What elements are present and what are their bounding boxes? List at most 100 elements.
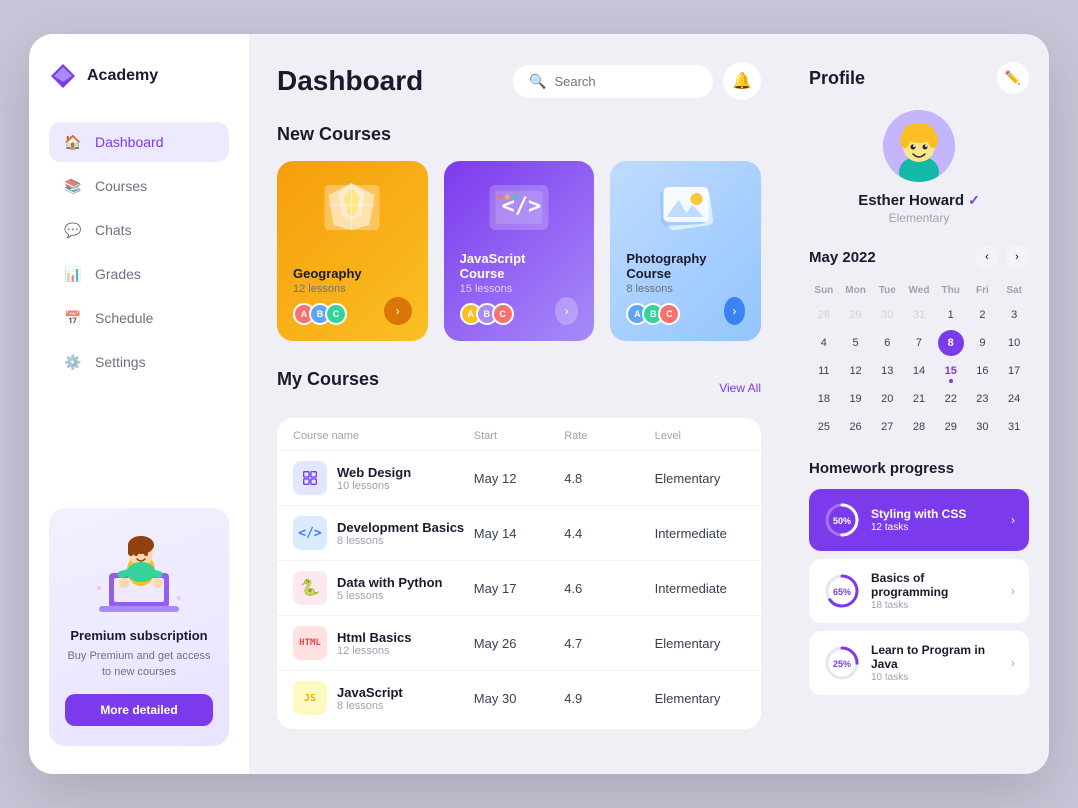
sidebar-item-settings[interactable]: ⚙️ Settings (49, 342, 229, 382)
logo-text: Academy (87, 67, 158, 85)
progress-ring-java: 25% (823, 644, 861, 682)
cal-day[interactable]: 12 (843, 358, 869, 384)
calendar-next[interactable]: › (1005, 245, 1029, 269)
col-rate: Rate (564, 430, 654, 442)
cal-day[interactable]: 19 (843, 386, 869, 412)
calendar-grid: Sun Mon Tue Wed Thu Fri Sat 28 29 30 31 … (809, 281, 1029, 440)
cal-day[interactable]: 20 (874, 386, 900, 412)
cal-day[interactable]: 30 (874, 302, 900, 328)
sidebar-item-chats[interactable]: 💬 Chats (49, 210, 229, 250)
cal-day-label: Fri (968, 281, 998, 300)
progress-ring-css: 50% (823, 501, 861, 539)
col-course-name: Course name (293, 430, 474, 442)
svg-text:65%: 65% (833, 587, 851, 597)
course-card-js[interactable]: </> JavaScript Course 15 lessons A B (444, 161, 595, 341)
cal-day[interactable]: 28 (906, 414, 932, 440)
cal-day-event[interactable]: 15 (938, 358, 964, 384)
course-card-geo[interactable]: Geography 12 lessons A B C › (277, 161, 428, 341)
sidebar-item-dashboard[interactable]: 🏠 Dashboard (49, 122, 229, 162)
hw-name: Learn to Program in Java (871, 643, 1001, 671)
sidebar-item-schedule[interactable]: 📅 Schedule (49, 298, 229, 338)
course-row-info: 🐍 Data with Python 5 lessons (293, 571, 474, 605)
js-arrow[interactable]: › (555, 297, 578, 325)
geo-avatars: A B C (293, 303, 362, 325)
notification-bell[interactable]: 🔔 (723, 62, 761, 100)
cal-day[interactable]: 4 (811, 330, 837, 356)
logo-icon (49, 62, 77, 90)
hw-arrow: › (1011, 656, 1015, 670)
cal-day[interactable]: 26 (843, 414, 869, 440)
col-start: Start (474, 430, 564, 442)
course-row-lessons: 8 lessons (337, 535, 464, 547)
cal-day[interactable]: 1 (938, 302, 964, 328)
cal-day[interactable]: 9 (969, 330, 995, 356)
cal-day[interactable]: 29 (938, 414, 964, 440)
cal-day[interactable]: 27 (874, 414, 900, 440)
cal-day[interactable]: 6 (874, 330, 900, 356)
cal-day[interactable]: 29 (843, 302, 869, 328)
cal-day[interactable]: 28 (811, 302, 837, 328)
photo-arrow[interactable]: › (724, 297, 745, 325)
search-input[interactable] (554, 74, 697, 89)
table-row[interactable]: Web Design 10 lessons May 12 4.8 Element… (277, 450, 761, 505)
hw-item-java[interactable]: 25% Learn to Program in Java 10 tasks › (809, 631, 1029, 695)
cal-day[interactable]: 14 (906, 358, 932, 384)
bell-icon: 🔔 (732, 71, 752, 91)
hw-tasks: 10 tasks (871, 672, 1001, 683)
cal-day[interactable]: 25 (811, 414, 837, 440)
avatar: C (492, 303, 514, 325)
calendar-prev[interactable]: ‹ (975, 245, 999, 269)
svg-text:50%: 50% (833, 516, 851, 526)
geo-arrow[interactable]: › (384, 297, 412, 325)
hw-item-css[interactable]: 50% Styling with CSS 12 tasks › (809, 489, 1029, 551)
sidebar-label-dashboard: Dashboard (95, 134, 164, 150)
course-row-name: Development Basics (337, 520, 464, 535)
cal-day[interactable]: 7 (906, 330, 932, 356)
chats-icon: 💬 (63, 220, 83, 240)
cal-day[interactable]: 31 (1001, 414, 1027, 440)
premium-button[interactable]: More detailed (65, 694, 213, 726)
cal-day[interactable]: 24 (1001, 386, 1027, 412)
cal-day[interactable]: 11 (811, 358, 837, 384)
cal-day[interactable]: 18 (811, 386, 837, 412)
photo-course-lessons: 8 lessons (626, 283, 723, 295)
table-row[interactable]: 🐍 Data with Python 5 lessons May 17 4.6 … (277, 560, 761, 615)
edit-button[interactable]: ✏️ (997, 62, 1029, 94)
table-header: Course name Start Rate Level (277, 422, 761, 450)
hw-arrow: › (1011, 584, 1015, 598)
course-icon-python: 🐍 (293, 571, 327, 605)
table-cell-level: Elementary (655, 636, 745, 651)
table-cell-start: May 12 (474, 471, 564, 486)
cal-day-label: Tue (872, 281, 902, 300)
cal-day-today[interactable]: 8 (938, 330, 964, 356)
cal-day[interactable]: 3 (1001, 302, 1027, 328)
sidebar-item-grades[interactable]: 📊 Grades (49, 254, 229, 294)
cal-day[interactable]: 2 (969, 302, 995, 328)
cal-day[interactable]: 5 (843, 330, 869, 356)
cal-day[interactable]: 22 (938, 386, 964, 412)
sidebar-item-courses[interactable]: 📚 Courses (49, 166, 229, 206)
cal-day[interactable]: 17 (1001, 358, 1027, 384)
cal-day[interactable]: 10 (1001, 330, 1027, 356)
cal-day[interactable]: 16 (969, 358, 995, 384)
my-courses-header: My Courses View All (277, 369, 761, 406)
profile-name: Esther Howard ✓ (809, 192, 1029, 209)
table-row[interactable]: HTML Html Basics 12 lessons May 26 4.7 E… (277, 615, 761, 670)
cal-day[interactable]: 30 (969, 414, 995, 440)
cal-day[interactable]: 23 (969, 386, 995, 412)
right-panel: Profile ✏️ (789, 34, 1049, 774)
course-row-lessons: 5 lessons (337, 590, 442, 602)
view-all-link[interactable]: View All (719, 381, 761, 395)
course-card-photo[interactable]: Photography Course 8 lessons A B C › (610, 161, 761, 341)
search-bar[interactable]: 🔍 (513, 65, 713, 98)
table-cell-level: Intermediate (655, 526, 745, 541)
table-row[interactable]: JS JavaScript 8 lessons May 30 4.9 Eleme… (277, 670, 761, 725)
calendar-month: May 2022 (809, 249, 876, 266)
new-courses-title: New Courses (277, 124, 761, 145)
cal-day[interactable]: 31 (906, 302, 932, 328)
cal-day-label: Thu (936, 281, 966, 300)
cal-day[interactable]: 21 (906, 386, 932, 412)
cal-day[interactable]: 13 (874, 358, 900, 384)
hw-item-programming[interactable]: 65% Basics of programming 18 tasks › (809, 559, 1029, 623)
table-row[interactable]: </> Development Basics 8 lessons May 14 … (277, 505, 761, 560)
